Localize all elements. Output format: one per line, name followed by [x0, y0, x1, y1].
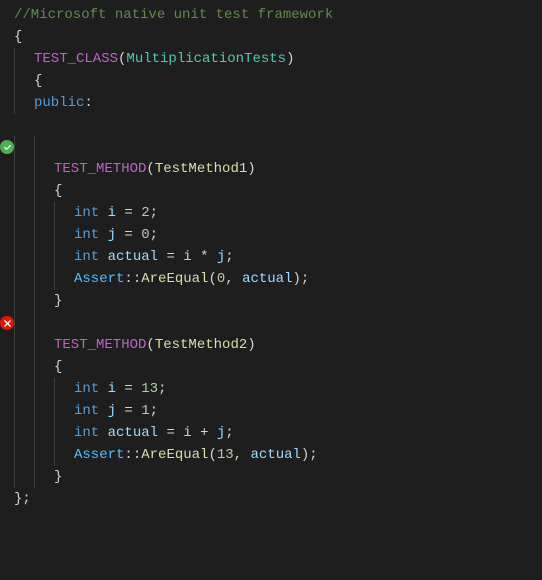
line-tokens: {: [34, 70, 42, 92]
line-tokens: {: [54, 356, 62, 378]
line-tokens: TEST_CLASS(MultiplicationTests): [34, 48, 294, 70]
line-tokens: Assert::AreEqual(13, actual);: [74, 444, 318, 466]
code-line: {: [0, 356, 542, 378]
code-line: int i = 13;: [0, 378, 542, 400]
test-fail-indicator: [0, 316, 14, 330]
code-line: {: [0, 26, 542, 48]
code-line: }: [0, 290, 542, 312]
code-line: TEST_CLASS(MultiplicationTests): [0, 48, 542, 70]
line-tokens: }: [54, 290, 62, 312]
line-tokens: public:: [34, 92, 93, 114]
line-tokens: int j = 1;: [74, 400, 158, 422]
code-line: [0, 136, 542, 158]
code-line: public:: [0, 92, 542, 114]
code-line: TEST_METHOD(TestMethod1): [0, 158, 542, 180]
line-tokens: int actual = i * j;: [74, 246, 234, 268]
code-line: Assert::AreEqual(0, actual);: [0, 268, 542, 290]
line-tokens: {: [14, 26, 22, 48]
line-tokens: TEST_METHOD(TestMethod2): [54, 334, 256, 356]
line-tokens: }: [54, 466, 62, 488]
code-line: int j = 1;: [0, 400, 542, 422]
line-tokens: {: [54, 180, 62, 202]
code-line: {: [0, 70, 542, 92]
line-tokens: TEST_METHOD(TestMethod1): [54, 158, 256, 180]
test-pass-indicator: [0, 140, 14, 154]
line-tokens: int i = 2;: [74, 202, 158, 224]
line-tokens: //Microsoft native unit test framework: [14, 4, 333, 26]
code-content: //Microsoft native unit test framework{T…: [0, 0, 542, 580]
line-tokens: Assert::AreEqual(0, actual);: [74, 268, 309, 290]
code-line: int actual = i + j;: [0, 422, 542, 444]
code-line: [0, 312, 542, 334]
code-editor: //Microsoft native unit test framework{T…: [0, 0, 542, 580]
code-line: {: [0, 180, 542, 202]
line-tokens: };: [14, 488, 31, 510]
code-line: //Microsoft native unit test framework: [0, 4, 542, 26]
code-line: int i = 2;: [0, 202, 542, 224]
code-line: };: [0, 488, 542, 510]
line-tokens: int actual = i + j;: [74, 422, 234, 444]
code-line: }: [0, 466, 542, 488]
code-line: int j = 0;: [0, 224, 542, 246]
code-line: Assert::AreEqual(13, actual);: [0, 444, 542, 466]
code-line: [0, 114, 542, 136]
code-line: TEST_METHOD(TestMethod2): [0, 334, 542, 356]
code-line: int actual = i * j;: [0, 246, 542, 268]
line-tokens: int j = 0;: [74, 224, 158, 246]
line-tokens: int i = 13;: [74, 378, 166, 400]
